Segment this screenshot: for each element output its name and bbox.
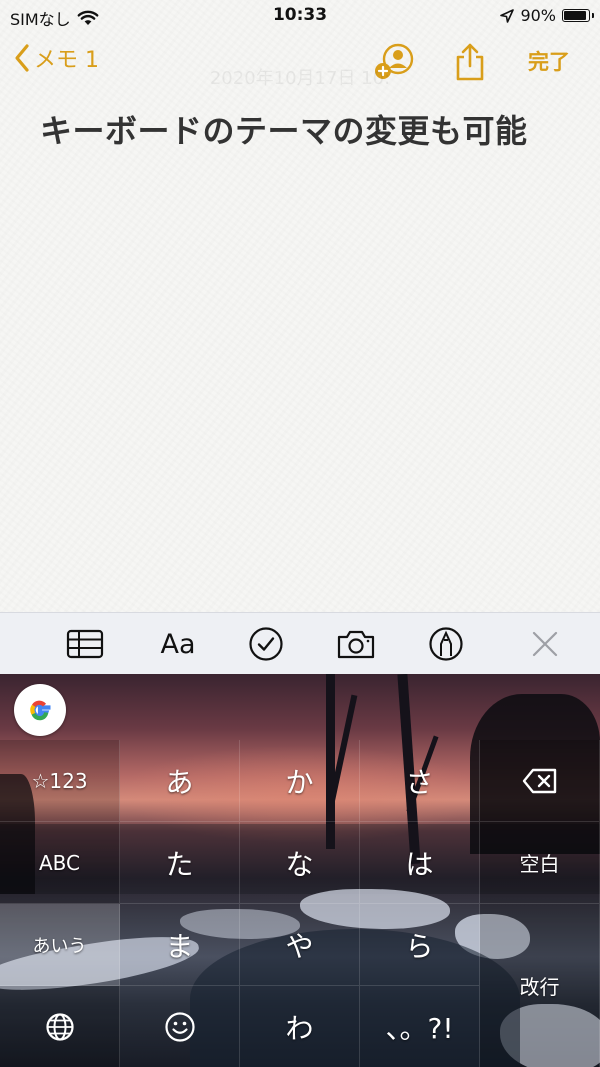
key-sa[interactable]: さ: [360, 740, 480, 822]
key-na[interactable]: な: [240, 822, 360, 904]
battery-cap: [592, 13, 594, 18]
key-ha[interactable]: は: [360, 822, 480, 904]
close-icon: [532, 631, 558, 657]
key-ma[interactable]: ま: [120, 904, 240, 986]
note-date: 2020年10月17日 10:: [209, 68, 391, 89]
globe-key[interactable]: [0, 986, 120, 1067]
space-key[interactable]: 空白: [480, 822, 600, 904]
checklist-button[interactable]: [246, 625, 286, 663]
note-background: [0, 0, 600, 612]
camera-button[interactable]: [334, 625, 378, 663]
battery-icon: [562, 9, 594, 22]
smiley-icon: [164, 1011, 195, 1042]
key-ya[interactable]: や: [240, 904, 360, 986]
google-logo-icon: [30, 700, 51, 721]
note-title[interactable]: キーボードのテーマの変更も可能: [40, 106, 528, 152]
markup-button[interactable]: [426, 625, 466, 663]
key-abc[interactable]: ABC: [0, 822, 120, 904]
globe-icon: [45, 1012, 74, 1041]
battery-fill: [564, 11, 586, 20]
formatting-toolbar: Aa: [0, 612, 600, 675]
status-bar: SIMなし 10:33 90%: [0, 0, 600, 32]
google-button[interactable]: [14, 684, 66, 736]
key-wa[interactable]: わ: [240, 986, 360, 1067]
format-label: Aa: [160, 628, 196, 660]
key-a[interactable]: あ: [120, 740, 240, 822]
table-button[interactable]: [64, 625, 106, 663]
key-ta[interactable]: た: [120, 822, 240, 904]
return-key[interactable]: 改行: [480, 904, 600, 1067]
camera-icon: [337, 630, 375, 659]
battery-percent: 90%: [520, 6, 556, 25]
table-icon: [66, 629, 104, 659]
emoji-key[interactable]: [120, 986, 240, 1067]
key-ka[interactable]: か: [240, 740, 360, 822]
format-button[interactable]: Aa: [152, 625, 204, 663]
status-right: 90%: [500, 6, 594, 25]
backspace-key[interactable]: [480, 740, 600, 822]
markup-icon: [429, 627, 463, 661]
key-hiragana-mode[interactable]: あいう: [0, 904, 120, 986]
key-symbols[interactable]: ☆123: [0, 740, 120, 822]
location-arrow-icon: [500, 8, 515, 23]
key-ra[interactable]: ら: [360, 904, 480, 986]
key-punctuation[interactable]: 、。?!: [360, 986, 480, 1067]
checklist-icon: [249, 627, 283, 661]
close-toolbar-button[interactable]: [528, 625, 562, 663]
keyboard: ☆123 あ か さ ABC た な は 空白 あいう ま や ら 改行 わ 、…: [0, 674, 600, 1067]
backspace-icon: [522, 768, 556, 793]
